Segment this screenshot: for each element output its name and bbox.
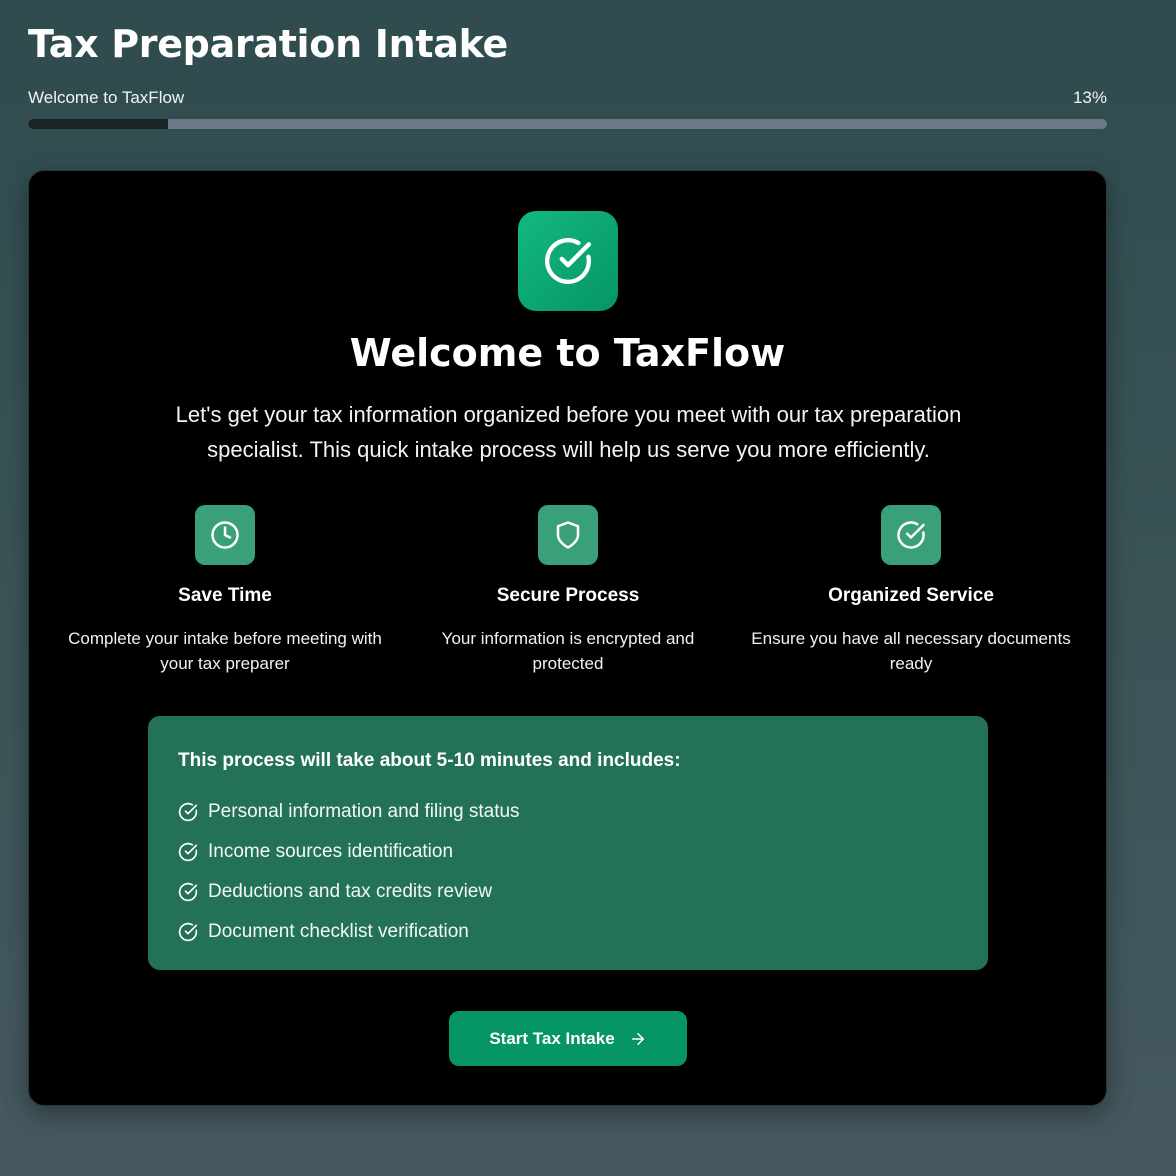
progress-percent: 13%	[1072, 88, 1107, 107]
welcome-title: Welcome to TaxFlow	[349, 331, 786, 375]
start-tax-intake-button[interactable]: Start Tax Intake	[449, 1011, 687, 1066]
feature-secure-process: Secure Process Your information is encry…	[408, 505, 728, 676]
check-circle-icon	[518, 211, 618, 311]
process-info-heading: This process will take about 5-10 minute…	[178, 750, 681, 771]
process-checklist: Personal information and filing status I…	[178, 792, 958, 952]
intro-text: Let's get your tax information organized…	[175, 402, 962, 462]
feature-description: Your information is encrypted and protec…	[441, 629, 695, 673]
check-circle-icon	[178, 882, 198, 902]
check-circle-icon	[178, 802, 198, 822]
list-item: Document checklist verification	[178, 912, 958, 952]
shield-icon	[538, 505, 598, 565]
feature-organized-service: Organized Service Ensure you have all ne…	[751, 505, 1071, 676]
feature-description: Ensure you have all necessary documents …	[751, 629, 1071, 673]
check-circle-icon	[178, 842, 198, 862]
list-item: Income sources identification	[178, 832, 958, 872]
process-info-box: This process will take about 5-10 minute…	[148, 716, 988, 970]
progress-bar	[28, 119, 1107, 129]
list-item: Deductions and tax credits review	[178, 872, 958, 912]
feature-title: Secure Process	[496, 585, 640, 606]
welcome-card: Welcome to TaxFlow Let's get your tax in…	[28, 170, 1107, 1106]
progress-bar-fill	[28, 119, 169, 129]
feature-title: Organized Service	[828, 585, 994, 606]
check-circle-icon	[178, 922, 198, 942]
start-button-label: Start Tax Intake	[489, 1028, 615, 1048]
list-item-label: Deductions and tax credits review	[208, 881, 493, 902]
feature-save-time: Save Time Complete your intake before me…	[65, 505, 385, 676]
check-circle-icon	[881, 505, 941, 565]
list-item-label: Income sources identification	[208, 841, 454, 862]
arrow-right-icon	[631, 1032, 644, 1045]
feature-title: Save Time	[178, 585, 272, 606]
progress-step-label: Welcome to TaxFlow	[28, 88, 185, 107]
list-item-label: Document checklist verification	[208, 921, 469, 942]
clock-icon	[195, 505, 255, 565]
list-item: Personal information and filing status	[178, 792, 958, 832]
feature-description: Complete your intake before meeting with…	[68, 629, 382, 673]
page-title: Tax Preparation Intake	[28, 22, 508, 66]
list-item-label: Personal information and filing status	[208, 801, 520, 822]
